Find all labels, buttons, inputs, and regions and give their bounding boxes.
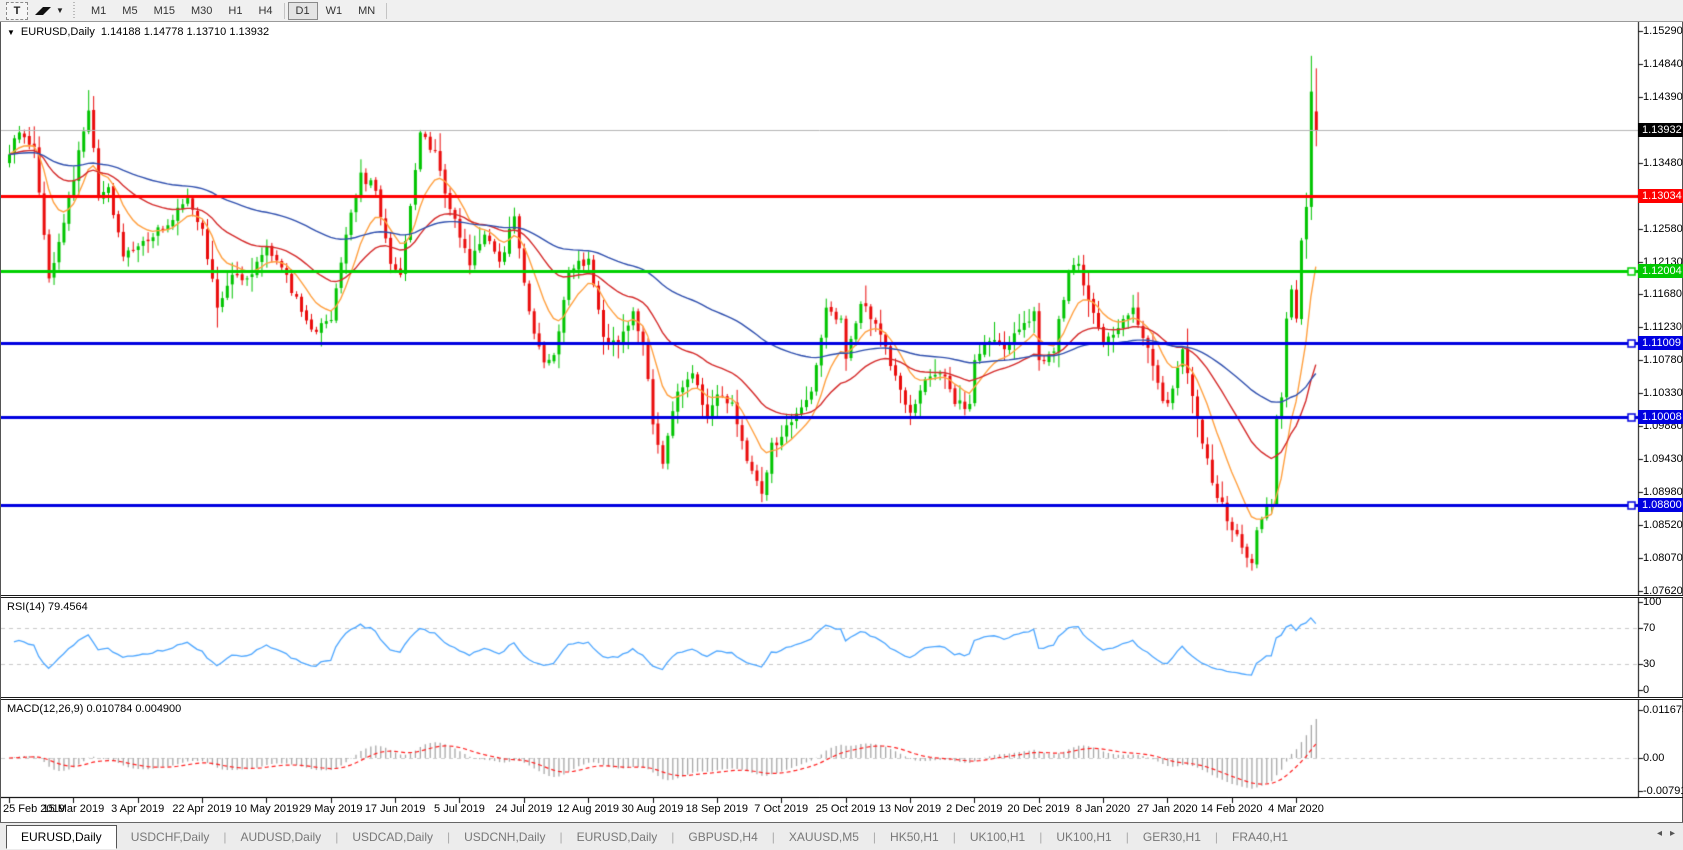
top-toolbar: T ▼ M1M5M15M30H1H4 D1W1MN bbox=[0, 0, 1683, 22]
chart-tab-uk100-h1[interactable]: UK100,H1 bbox=[1042, 826, 1125, 848]
tab-scroll-arrows: ◂ ▸ bbox=[1657, 828, 1675, 839]
chart-tab-hk50-h1[interactable]: HK50,H1 bbox=[876, 826, 953, 848]
panel-separator bbox=[1, 797, 1683, 798]
rsi-tick-label: 30 bbox=[1643, 658, 1655, 671]
date-tick-label: 17 Jun 2019 bbox=[365, 803, 426, 815]
date-tick-label: 30 Aug 2019 bbox=[622, 803, 684, 815]
price-badge: 1.11009 bbox=[1638, 336, 1683, 350]
panel-separator[interactable] bbox=[1, 697, 1683, 700]
style-tool-icon bbox=[43, 7, 51, 15]
rsi-indicator-label: RSI(14) 79.4564 bbox=[7, 601, 88, 613]
date-tick-label: 29 May 2019 bbox=[299, 803, 363, 815]
style-tool-icon bbox=[35, 7, 43, 15]
chart-canvas[interactable] bbox=[1, 22, 1683, 822]
chart-tab-fra40-h1[interactable]: FRA40,H1 bbox=[1218, 826, 1302, 848]
timeframe-button-m15[interactable]: M15 bbox=[146, 2, 183, 20]
price-tick-label: 1.11680 bbox=[1643, 288, 1682, 301]
chart-tab-ger30-h1[interactable]: GER30,H1 bbox=[1129, 826, 1215, 848]
date-tick-label: 18 Sep 2019 bbox=[686, 803, 748, 815]
toolbar-separator bbox=[386, 3, 387, 19]
chart-tab-eurusd-daily[interactable]: EURUSD,Daily bbox=[563, 826, 672, 848]
rsi-tick-label: 0 bbox=[1643, 684, 1649, 697]
chart-ohlc-values: 1.14188 1.14778 1.13710 1.13932 bbox=[101, 26, 269, 38]
chart-tab-gbpusd-h4[interactable]: GBPUSD,H4 bbox=[674, 826, 771, 848]
timeframe-button-m30[interactable]: M30 bbox=[183, 2, 220, 20]
price-badge: 1.08800 bbox=[1638, 498, 1683, 512]
chart-tab-usdchf-daily[interactable]: USDCHF,Daily bbox=[117, 826, 224, 848]
timeframe-button-h1[interactable]: H1 bbox=[220, 2, 250, 20]
price-tick-label: 1.11230 bbox=[1643, 321, 1682, 334]
chart-tab-uk100-h1[interactable]: UK100,H1 bbox=[956, 826, 1039, 848]
timeframe-button-mn[interactable]: MN bbox=[350, 2, 383, 20]
price-tick-label: 1.14840 bbox=[1643, 58, 1683, 71]
date-tick-label: 20 Dec 2019 bbox=[1007, 803, 1069, 815]
mt4-application: T ▼ M1M5M15M30H1H4 D1W1MN ▼ EURUSD,Daily … bbox=[0, 0, 1683, 850]
timeframe-button-m1[interactable]: M1 bbox=[83, 2, 114, 20]
date-tick-label: 2 Dec 2019 bbox=[946, 803, 1002, 815]
price-tick-label: 1.08070 bbox=[1643, 552, 1683, 565]
date-tick-label: 24 Jul 2019 bbox=[495, 803, 552, 815]
chart-symbol-label: EURUSD,Daily bbox=[21, 26, 95, 38]
price-tick-label: 1.08520 bbox=[1643, 519, 1683, 532]
chart-tab-usdcnh-daily[interactable]: USDCNH,Daily bbox=[450, 826, 559, 848]
timeframe-button-d1[interactable]: D1 bbox=[288, 2, 318, 20]
macd-tick-label: -0.007915 bbox=[1643, 785, 1683, 798]
date-tick-label: 12 Aug 2019 bbox=[557, 803, 619, 815]
chevron-down-icon: ▼ bbox=[56, 6, 64, 15]
date-tick-label: 10 May 2019 bbox=[235, 803, 299, 815]
timeframe-button-group: M1M5M15M30H1H4 D1W1MN bbox=[83, 2, 390, 20]
date-tick-label: 5 Jul 2019 bbox=[434, 803, 485, 815]
timeframe-button-h4[interactable]: H4 bbox=[250, 2, 280, 20]
date-tick-label: 22 Apr 2019 bbox=[172, 803, 231, 815]
date-tick-label: 4 Mar 2020 bbox=[1268, 803, 1324, 815]
date-tick-label: 13 Nov 2019 bbox=[879, 803, 941, 815]
price-badge: 1.10008 bbox=[1638, 410, 1683, 424]
tab-scroll-right-icon[interactable]: ▸ bbox=[1670, 828, 1675, 839]
chart-tab-eurusd-daily[interactable]: EURUSD,Daily bbox=[6, 825, 117, 849]
chart-tab-xauusd-m5[interactable]: XAUUSD,M5 bbox=[775, 826, 873, 848]
tab-scroll-left-icon[interactable]: ◂ bbox=[1657, 828, 1662, 839]
price-tick-label: 1.08980 bbox=[1643, 486, 1683, 499]
panel-separator[interactable] bbox=[1, 595, 1683, 598]
price-tick-label: 1.14390 bbox=[1643, 91, 1683, 104]
toolbar-drag-handle[interactable] bbox=[72, 2, 77, 20]
date-tick-label: 14 Feb 2020 bbox=[1201, 803, 1263, 815]
macd-indicator-label: MACD(12,26,9) 0.010784 0.004900 bbox=[7, 703, 181, 715]
rsi-tick-label: 70 bbox=[1643, 622, 1655, 635]
price-badge: 1.12004 bbox=[1638, 264, 1683, 278]
macd-tick-label: 0.011675 bbox=[1643, 704, 1683, 717]
macd-tick-label: 0.00 bbox=[1643, 752, 1664, 765]
date-tick-label: 3 Apr 2019 bbox=[111, 803, 164, 815]
price-tick-label: 1.09430 bbox=[1643, 453, 1683, 466]
chart-tab-bar: EURUSD,DailyUSDCHF,Daily|AUDUSD,Daily|US… bbox=[0, 822, 1683, 850]
timeframe-button-w1[interactable]: W1 bbox=[318, 2, 351, 20]
price-badge: 1.13034 bbox=[1638, 189, 1683, 203]
style-tool-button[interactable]: ▼ bbox=[34, 2, 64, 20]
chart-collapse-icon[interactable]: ▼ bbox=[7, 28, 15, 37]
chart-title: ▼ EURUSD,Daily 1.14188 1.14778 1.13710 1… bbox=[7, 26, 269, 38]
chart-tab-audusd-daily[interactable]: AUDUSD,Daily bbox=[227, 826, 336, 848]
date-tick-label: 8 Jan 2020 bbox=[1076, 803, 1130, 815]
date-tick-label: 25 Oct 2019 bbox=[816, 803, 876, 815]
chart-tab-usdcad-daily[interactable]: USDCAD,Daily bbox=[338, 826, 447, 848]
toolbar-separator bbox=[284, 3, 285, 19]
price-tick-label: 1.12580 bbox=[1643, 223, 1683, 236]
timeframe-button-m5[interactable]: M5 bbox=[114, 2, 145, 20]
price-tick-label: 1.15290 bbox=[1643, 25, 1683, 38]
price-tick-label: 1.10330 bbox=[1643, 387, 1683, 400]
text-tool-button[interactable]: T bbox=[6, 2, 28, 20]
price-tick-label: 1.10780 bbox=[1643, 354, 1683, 367]
price-tick-label: 1.13480 bbox=[1643, 157, 1683, 170]
price-badge: 1.13932 bbox=[1638, 123, 1683, 137]
date-tick-label: 27 Jan 2020 bbox=[1137, 803, 1198, 815]
date-tick-label: 7 Oct 2019 bbox=[754, 803, 808, 815]
rsi-tick-label: 100 bbox=[1643, 596, 1661, 609]
date-tick-label: 15 Mar 2019 bbox=[42, 803, 104, 815]
chart-window: ▼ EURUSD,Daily 1.14188 1.14778 1.13710 1… bbox=[0, 22, 1683, 822]
